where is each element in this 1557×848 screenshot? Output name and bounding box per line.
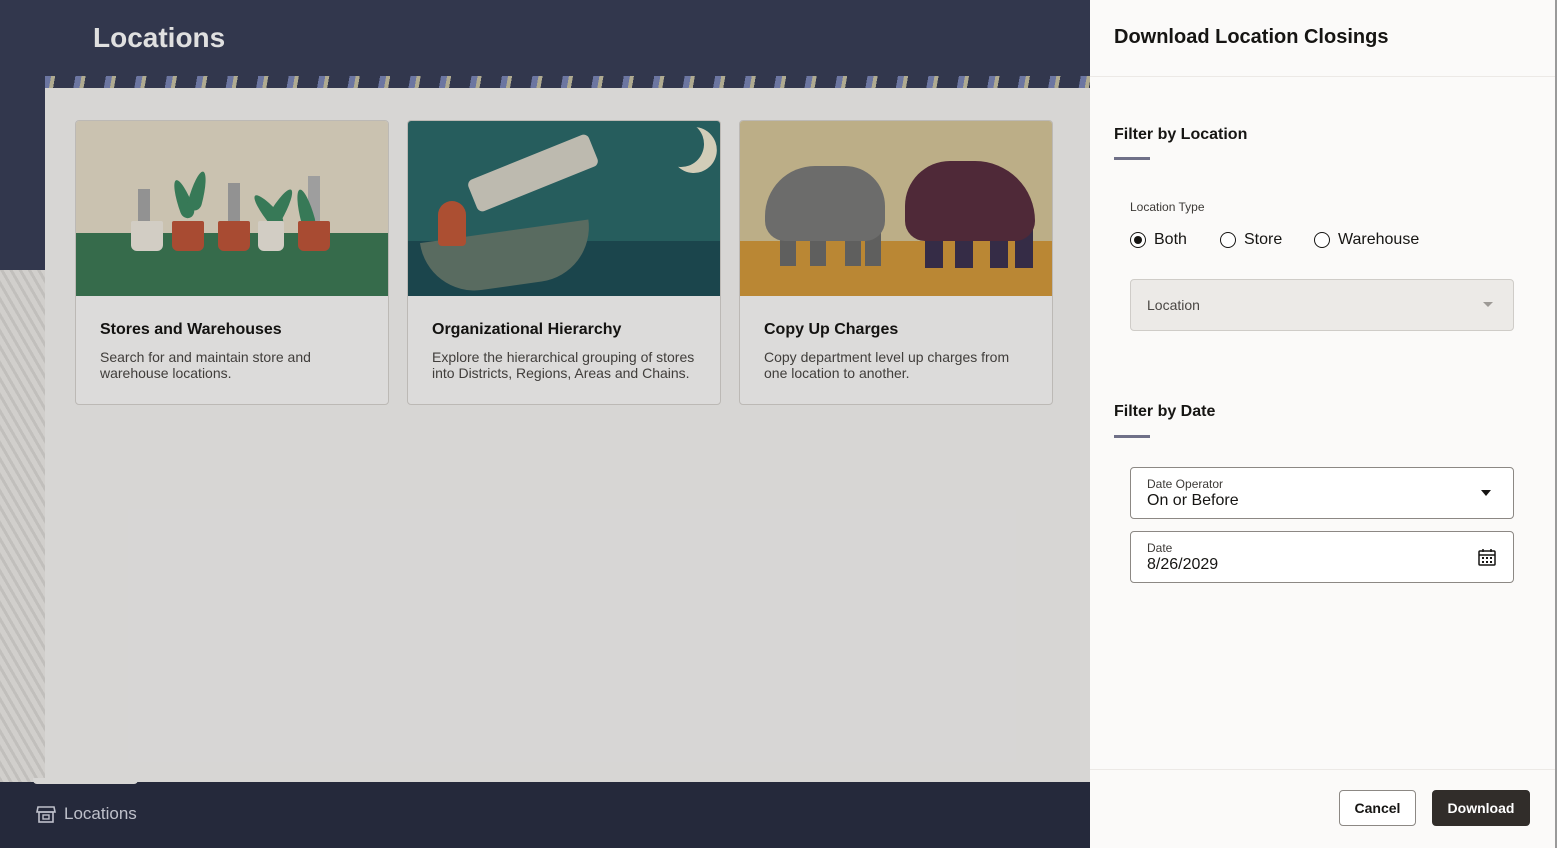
locations-page: Locations Stores and Warehouses Search f…: [0, 0, 1090, 848]
radio-label: Store: [1244, 231, 1283, 248]
drawer-footer-divider: [1090, 769, 1555, 770]
cancel-button[interactable]: Cancel: [1339, 790, 1416, 826]
drawer-header-divider: [1090, 76, 1555, 77]
date-operator-value: On or Before: [1147, 492, 1239, 509]
radio-store[interactable]: Store: [1220, 231, 1282, 249]
filter-by-date-heading: Filter by Date: [1114, 403, 1216, 420]
location-type-label: Location Type: [1130, 200, 1205, 214]
radio-unchecked-icon: [1220, 232, 1236, 248]
chevron-down-icon: [1483, 302, 1493, 307]
location-placeholder: Location: [1147, 297, 1200, 313]
date-label: Date: [1147, 541, 1173, 555]
filter-by-location-heading: Filter by Location: [1114, 126, 1248, 143]
chevron-down-icon[interactable]: [1481, 490, 1491, 496]
radio-warehouse[interactable]: Warehouse: [1314, 231, 1419, 249]
date-operator-label: Date Operator: [1147, 477, 1224, 491]
radio-checked-icon: [1130, 232, 1146, 248]
date-value[interactable]: 8/26/2029: [1147, 556, 1218, 574]
calendar-icon[interactable]: [1477, 547, 1497, 567]
section-accent-bar: [1114, 435, 1150, 438]
download-button[interactable]: Download: [1432, 790, 1530, 826]
drawer-title: Download Location Closings: [1114, 26, 1389, 48]
location-select[interactable]: Location: [1130, 279, 1514, 331]
radio-label: Warehouse: [1338, 231, 1420, 248]
date-operator-select[interactable]: Date Operator On or Before: [1130, 467, 1514, 519]
radio-both[interactable]: Both: [1130, 231, 1187, 249]
radio-label: Both: [1154, 231, 1187, 248]
modal-overlay[interactable]: [0, 0, 1090, 848]
date-input[interactable]: Date 8/26/2029: [1130, 531, 1514, 583]
download-location-closings-drawer: Download Location Closings Filter by Loc…: [1090, 0, 1557, 848]
section-accent-bar: [1114, 157, 1150, 160]
radio-unchecked-icon: [1314, 232, 1330, 248]
